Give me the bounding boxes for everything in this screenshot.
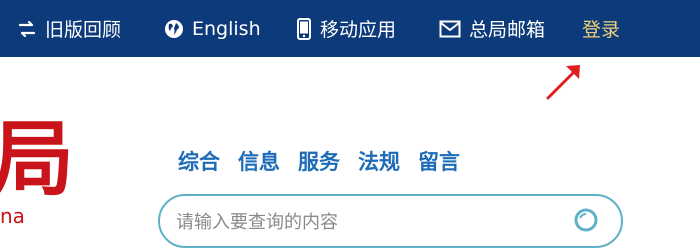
red-arrow-annotation bbox=[546, 65, 580, 100]
tab-information[interactable]: 信息 bbox=[238, 152, 280, 173]
globe-icon bbox=[164, 19, 184, 39]
swap-icon bbox=[17, 20, 37, 37]
tab-services[interactable]: 服务 bbox=[298, 152, 340, 173]
tab-messages[interactable]: 留言 bbox=[418, 152, 460, 173]
search-category-tabs: 综合 信息 服务 法规 留言 bbox=[178, 152, 460, 173]
mailbox-label: 总局邮箱 bbox=[469, 19, 546, 41]
logo-subtext: na bbox=[0, 204, 25, 228]
login-label: 登录 bbox=[582, 19, 621, 41]
mobile-icon bbox=[296, 17, 312, 40]
mobile-app-label: 移动应用 bbox=[320, 19, 397, 41]
mail-icon bbox=[439, 20, 461, 38]
old-version-label: 旧版回顾 bbox=[45, 19, 122, 41]
mobile-app-link[interactable]: 移动应用 bbox=[296, 0, 396, 57]
search-button[interactable] bbox=[572, 206, 604, 238]
login-link[interactable]: 登录 bbox=[582, 0, 620, 57]
tab-regulations[interactable]: 法规 bbox=[358, 152, 400, 173]
search-input[interactable] bbox=[176, 210, 556, 234]
top-nav-bar: 旧版回顾 English 移动应用 总局邮箱 登录 bbox=[0, 0, 700, 57]
english-label: English bbox=[192, 17, 261, 40]
mailbox-link[interactable]: 总局邮箱 bbox=[439, 0, 545, 57]
logo-character: 局 bbox=[0, 111, 75, 207]
old-version-link[interactable]: 旧版回顾 bbox=[17, 0, 121, 57]
tab-comprehensive[interactable]: 综合 bbox=[178, 152, 220, 173]
search-icon bbox=[574, 208, 598, 232]
english-link[interactable]: English bbox=[164, 0, 261, 57]
